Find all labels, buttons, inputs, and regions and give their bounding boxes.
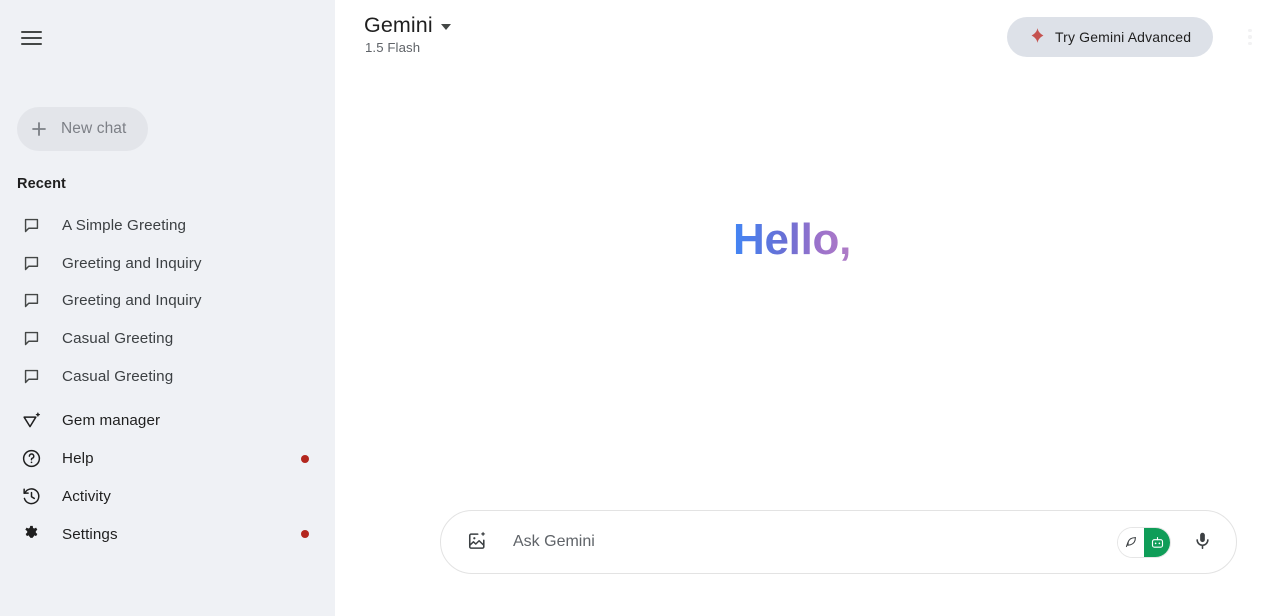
try-gemini-advanced-label: Try Gemini Advanced [1055,29,1192,45]
plus-icon [17,107,61,151]
history-icon [20,485,42,507]
top-bar: Gemini 1.5 Flash Try Gemini Advanced [335,0,1280,74]
help-circle-icon [20,448,42,470]
hamburger-menu-icon [20,30,42,46]
gemini-app-window: New chat Recent A Simple Greeting Greeti… [0,0,1280,616]
add-image-icon [466,530,488,555]
recent-chat-label: Casual Greeting [62,367,174,385]
try-gemini-advanced-button[interactable]: Try Gemini Advanced [1007,17,1214,57]
model-version-label: 1.5 Flash [365,40,421,55]
hamburger-menu-button[interactable] [11,18,51,58]
sidebar-item-settings[interactable]: Settings [0,515,335,553]
recent-chat-label: A Simple Greeting [62,217,187,235]
main-content: Gemini 1.5 Flash Try Gemini Advanced Hel… [335,0,1280,616]
recent-chat-item-2[interactable]: Greeting and Inquiry [0,282,335,320]
microphone-icon [1192,530,1213,554]
chat-bubble-icon [20,328,42,350]
gear-icon [20,523,42,545]
prompt-composer [440,510,1237,574]
prompt-input[interactable] [497,522,1118,562]
gem-icon [20,410,42,432]
recent-chat-list: A Simple Greeting Greeting and Inquiry G… [0,207,335,395]
sidebar-item-label: Settings [62,525,118,543]
recent-chat-item-0[interactable]: A Simple Greeting [0,207,335,245]
recent-chat-label: Greeting and Inquiry [62,254,202,272]
chat-bubble-icon [20,215,42,237]
new-chat-label: New chat [61,120,127,137]
sparkle-icon [1029,27,1046,47]
status-badge [301,530,309,539]
sidebar-item-help[interactable]: Help [0,440,335,478]
greeting-text: Hello, [733,212,851,268]
sidebar-item-gem-manager[interactable]: Gem manager [0,402,335,440]
sidebar-item-label: Help [62,450,94,468]
recent-chat-item-1[interactable]: Greeting and Inquiry [0,245,335,283]
recent-chat-item-3[interactable]: Casual Greeting [0,320,335,358]
status-badge [301,454,309,463]
sidebar: New chat Recent A Simple Greeting Greeti… [0,0,335,616]
chevron-down-icon [440,23,451,30]
new-chat-button[interactable]: New chat [17,107,148,151]
microphone-button[interactable] [1182,522,1222,562]
model-name-label: Gemini [364,13,433,37]
add-image-button[interactable] [457,522,497,562]
recent-chat-label: Casual Greeting [62,330,174,348]
sidebar-bottom-nav: Gem manager Help Activity Settings [0,402,335,553]
sidebar-item-label: Activity [62,487,111,505]
chat-bubble-icon [20,252,42,274]
model-selector-button[interactable]: Gemini 1.5 Flash [360,9,455,59]
recent-chat-item-4[interactable]: Casual Greeting [0,357,335,395]
recent-chat-label: Greeting and Inquiry [62,292,202,310]
more-options-button[interactable] [1230,17,1270,57]
recent-section-label: Recent [17,176,66,192]
more-vertical-icon [1248,28,1252,33]
chat-bubble-icon [20,290,42,312]
feather-pen-icon [1118,527,1144,557]
chat-bubble-icon [20,365,42,387]
sidebar-item-activity[interactable]: Activity [0,478,335,516]
sidebar-item-label: Gem manager [62,412,161,430]
mode-toggle-button[interactable] [1118,527,1170,557]
robot-face-icon [1144,527,1170,557]
